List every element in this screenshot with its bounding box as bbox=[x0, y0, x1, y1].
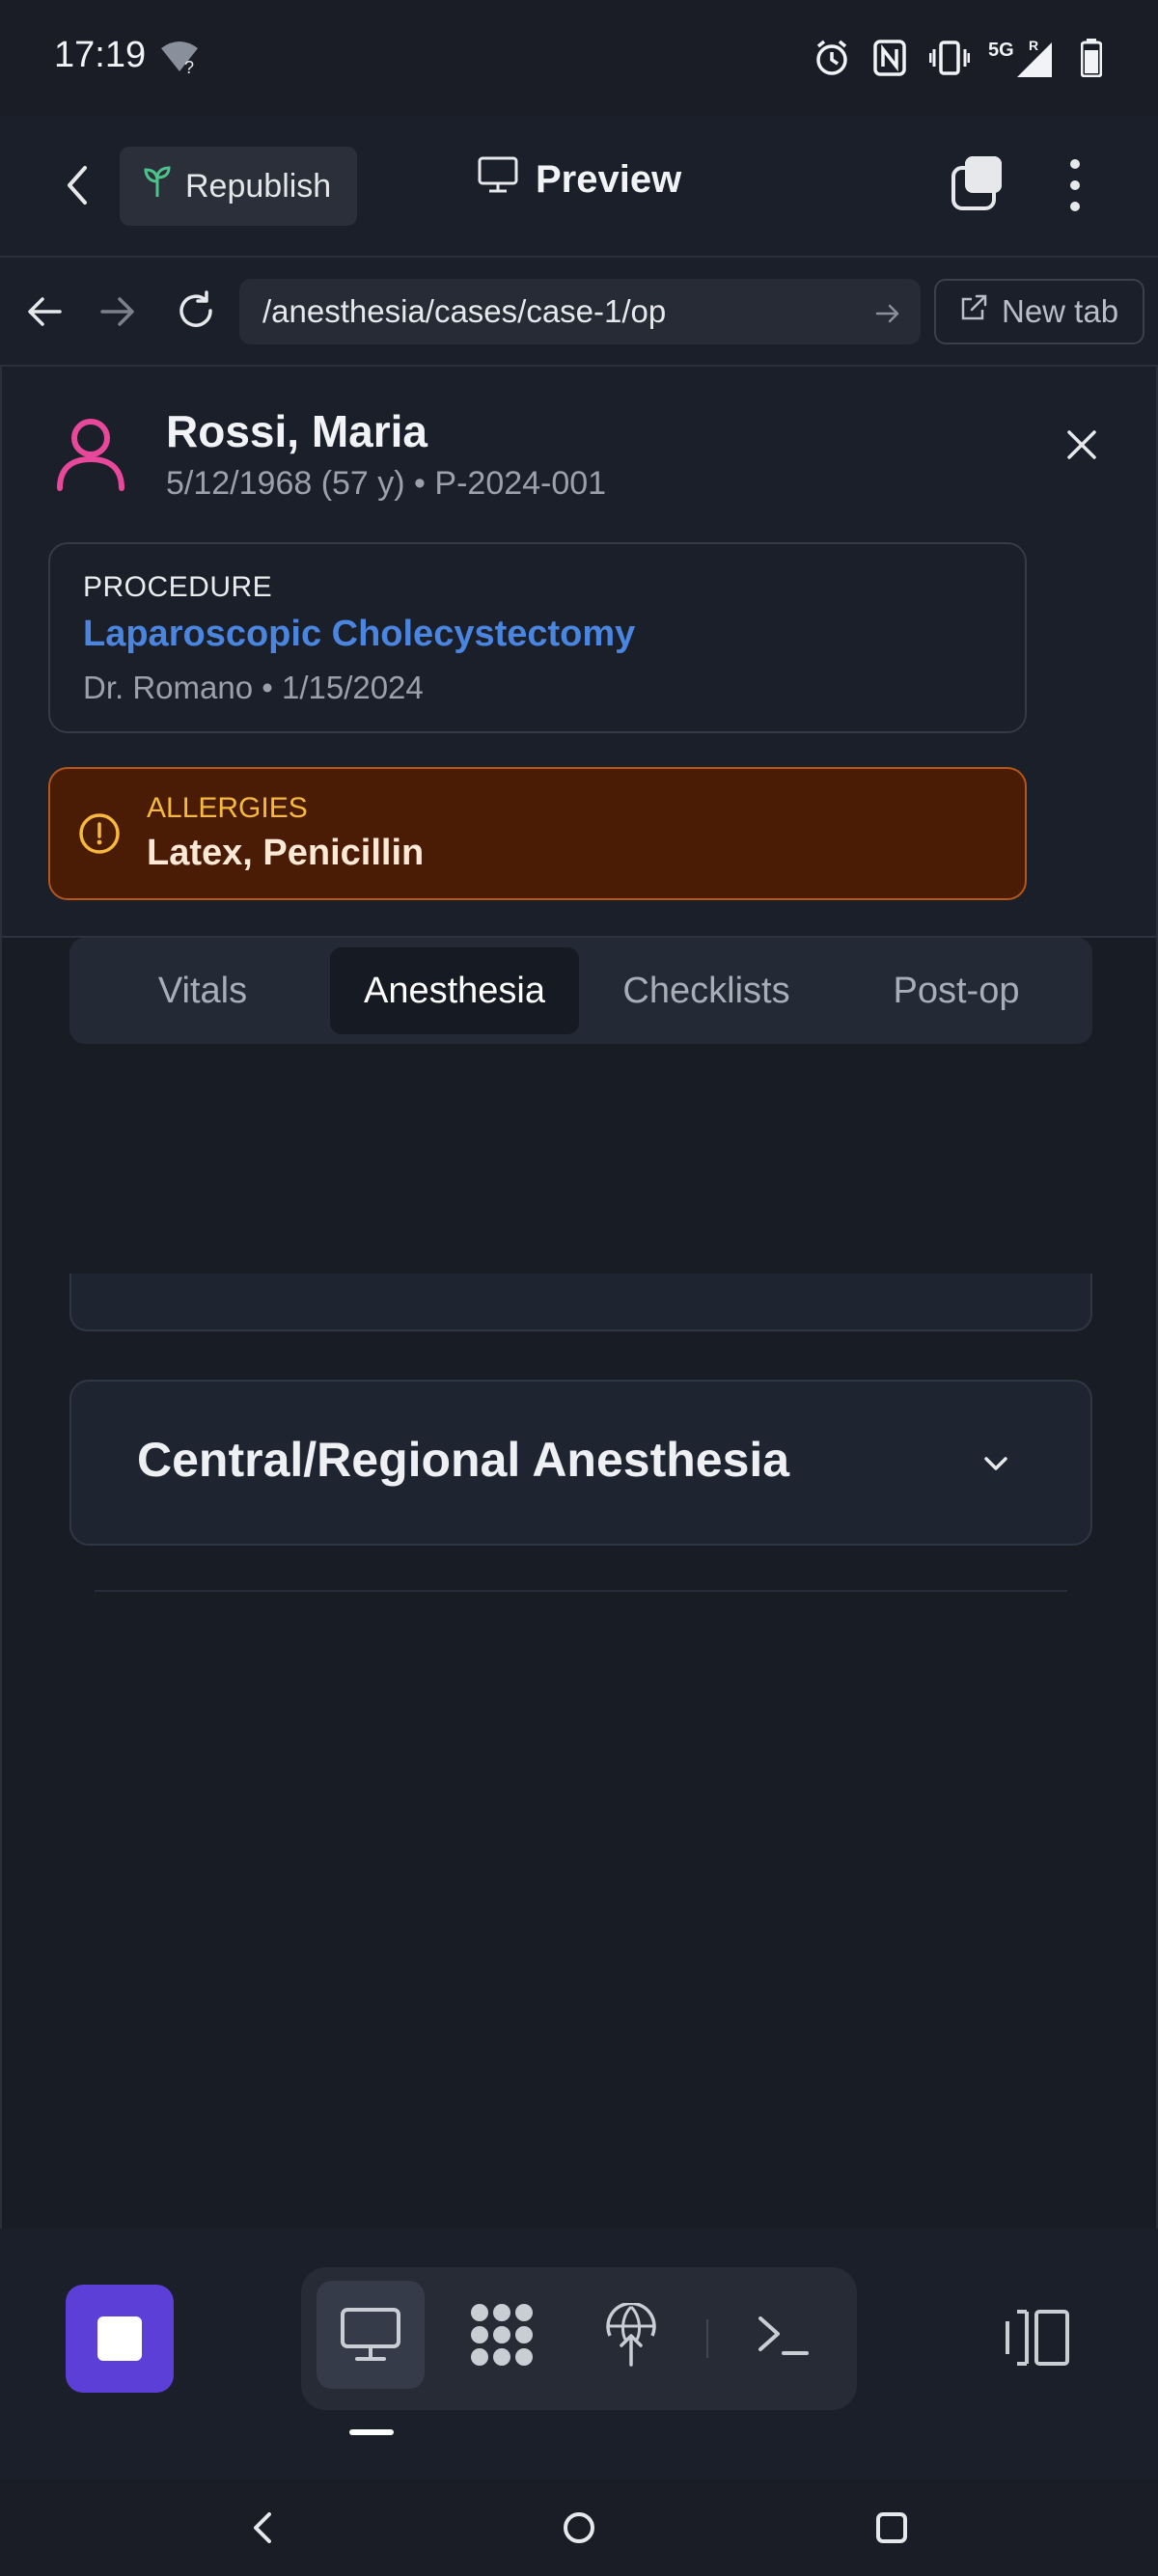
alarm-icon bbox=[811, 37, 853, 79]
monitor-icon bbox=[478, 156, 518, 203]
browser-toolbar: /anesthesia/cases/case-1/op New tab bbox=[0, 256, 1158, 367]
procedure-meta: Dr. Romano • 1/15/2024 bbox=[83, 670, 424, 705]
allergy-alert: ALLERGIES Latex, Penicillin bbox=[48, 767, 1027, 900]
battery-icon bbox=[1077, 37, 1106, 79]
stop-icon bbox=[97, 2316, 142, 2361]
active-indicator bbox=[349, 2429, 394, 2435]
status-bar: 17:19 ? 5G R bbox=[0, 0, 1158, 116]
browser-forward-icon[interactable] bbox=[96, 290, 139, 333]
toolbar-separator bbox=[706, 2319, 708, 2358]
accordion-section-partial[interactable] bbox=[69, 1274, 1092, 1331]
tool-group bbox=[301, 2267, 857, 2410]
vibrate-icon bbox=[928, 37, 971, 79]
nfc-icon bbox=[870, 37, 909, 79]
wifi-unknown-icon: ? bbox=[154, 37, 205, 79]
signal-icon: 5G R bbox=[988, 37, 1056, 79]
preview-label: Preview bbox=[536, 157, 682, 201]
bottom-toolbar bbox=[0, 2229, 1158, 2480]
svg-text:R: R bbox=[1029, 38, 1038, 53]
republish-label: Republish bbox=[185, 167, 332, 205]
status-time: 17:19 bbox=[54, 35, 147, 75]
tab-vitals[interactable]: Vitals bbox=[85, 947, 320, 1034]
accordion-title: Central/Regional Anesthesia bbox=[137, 1433, 790, 1487]
procedure-card: PROCEDURE Laparoscopic Cholecystectomy D… bbox=[48, 542, 1027, 733]
new-tab-button[interactable]: New tab bbox=[934, 279, 1144, 344]
case-tabs: Vitals Anesthesia Checklists Post-op bbox=[69, 938, 1092, 1044]
panel-toggle-icon[interactable] bbox=[1004, 2308, 1071, 2368]
tab-checklists[interactable]: Checklists bbox=[589, 947, 824, 1034]
go-arrow-icon[interactable] bbox=[874, 298, 901, 335]
system-nav-bar bbox=[0, 2480, 1158, 2576]
browser-back-icon[interactable] bbox=[23, 290, 66, 333]
procedure-label: PROCEDURE bbox=[83, 571, 273, 603]
tabs-switcher-icon[interactable] bbox=[950, 154, 1006, 212]
accordion-regional-anesthesia[interactable]: Central/Regional Anesthesia bbox=[69, 1380, 1092, 1546]
external-link-icon bbox=[959, 293, 988, 330]
procedure-name[interactable]: Laparoscopic Cholecystectomy bbox=[83, 614, 635, 655]
nav-recents-icon[interactable] bbox=[863, 2499, 921, 2557]
more-options-icon[interactable] bbox=[1060, 154, 1090, 216]
sprout-icon bbox=[143, 165, 172, 207]
reload-icon[interactable] bbox=[174, 288, 218, 333]
republish-button[interactable]: Republish bbox=[120, 147, 357, 226]
web-content: Rossi, Maria 5/12/1968 (57 y) • P-2024-0… bbox=[0, 367, 1158, 2229]
preview-title: Preview bbox=[478, 156, 681, 203]
tab-anesthesia[interactable]: Anesthesia bbox=[330, 947, 579, 1034]
svg-text:5G: 5G bbox=[988, 40, 1014, 61]
svg-text:?: ? bbox=[184, 58, 194, 77]
nav-home-icon[interactable] bbox=[550, 2499, 608, 2557]
patient-name: Rossi, Maria bbox=[166, 406, 427, 456]
back-icon[interactable] bbox=[58, 162, 96, 208]
dots-pattern-icon[interactable] bbox=[448, 2281, 556, 2389]
divider bbox=[95, 1590, 1067, 1592]
publish-globe-icon[interactable] bbox=[577, 2281, 685, 2389]
nav-back-icon[interactable] bbox=[234, 2499, 291, 2557]
desktop-view-icon[interactable] bbox=[317, 2281, 425, 2389]
allergy-value: Latex, Penicillin bbox=[147, 833, 425, 873]
patient-header: Rossi, Maria 5/12/1968 (57 y) • P-2024-0… bbox=[2, 367, 1156, 938]
url-field[interactable]: /anesthesia/cases/case-1/op bbox=[239, 279, 921, 344]
url-text: /anesthesia/cases/case-1/op bbox=[262, 293, 667, 329]
allergy-label: ALLERGIES bbox=[147, 792, 308, 824]
patient-meta: 5/12/1968 (57 y) • P-2024-001 bbox=[166, 465, 607, 502]
stop-button[interactable] bbox=[66, 2285, 174, 2393]
new-tab-label: New tab bbox=[1002, 293, 1119, 329]
app-bar: Republish Preview bbox=[0, 116, 1158, 256]
tab-post-op[interactable]: Post-op bbox=[836, 947, 1077, 1034]
patient-avatar-icon bbox=[52, 415, 129, 492]
chevron-down-icon bbox=[979, 1449, 1013, 1478]
close-icon[interactable] bbox=[1063, 426, 1100, 463]
alert-circle-icon bbox=[77, 811, 122, 856]
terminal-icon[interactable] bbox=[730, 2281, 838, 2389]
